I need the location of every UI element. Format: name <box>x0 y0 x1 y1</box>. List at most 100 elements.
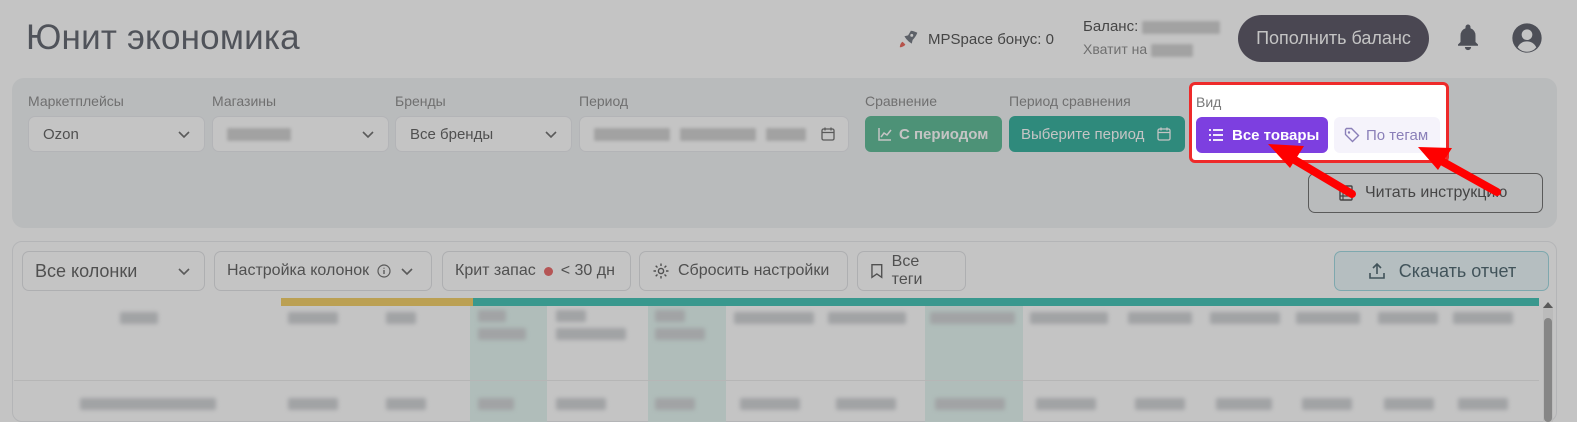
download-report-label: Скачать отчет <box>1398 260 1517 281</box>
crit-stock-label: Крит запас <box>455 262 536 279</box>
view-all-items-label: Все товары <box>1232 126 1320 144</box>
select-period-label: Выберите период <box>1021 125 1145 143</box>
columns-select[interactable]: Все колонки <box>22 251 205 291</box>
table-header-cell <box>1030 312 1108 324</box>
table-cell <box>740 398 800 410</box>
table-cell <box>1302 398 1352 410</box>
page-title: Юнит экономика <box>26 18 300 57</box>
table-header-cell <box>1378 312 1438 324</box>
table-divider <box>14 380 1539 381</box>
table-cell <box>556 398 606 410</box>
brands-value: Все бренды <box>410 125 494 143</box>
select-comparison-period-button[interactable]: Выберите период <box>1009 116 1185 152</box>
column-group-bar-primary <box>281 298 473 306</box>
info-icon <box>377 264 391 278</box>
columns-settings-label: Настройка колонок <box>227 262 370 279</box>
brands-filter: Бренды Все бренды <box>395 93 572 152</box>
status-dot <box>543 266 553 276</box>
bonus-indicator[interactable]: MPSpace бонус: 0 <box>898 28 1054 50</box>
gear-icon <box>653 263 669 279</box>
table-header-cell <box>734 312 814 324</box>
table-cell <box>935 398 1005 410</box>
table-cell <box>288 398 338 410</box>
comparison-label: Сравнение <box>865 93 937 109</box>
chevron-down-icon <box>362 131 374 139</box>
comparison-period-filter: Период сравнения Выберите период <box>1009 93 1185 152</box>
user-avatar-icon[interactable] <box>1511 22 1543 54</box>
chevron-down-icon <box>178 131 190 139</box>
table-cell <box>1458 398 1508 410</box>
chevron-down-icon <box>545 131 557 139</box>
calendar-icon <box>1157 127 1172 141</box>
enough-label: Хватит на <box>1083 41 1148 57</box>
view-all-items-button[interactable]: Все товары <box>1196 117 1328 153</box>
table-header-cell <box>288 312 338 324</box>
table-header-cell <box>1128 312 1192 324</box>
period-filter: Период <box>579 93 849 152</box>
chevron-down-icon <box>401 268 413 276</box>
read-instructions-label: Читать инструкцию <box>1365 184 1508 201</box>
reset-settings-button[interactable]: Сбросить настройки <box>639 251 848 291</box>
page-header: Юнит экономика MPSpace бонус: 0 Баланс: … <box>0 0 1577 78</box>
table-header-cell <box>478 310 506 322</box>
table-header-cell <box>655 310 685 322</box>
bell-icon[interactable] <box>1453 22 1483 52</box>
list-icon <box>1209 129 1223 141</box>
period-input[interactable] <box>579 116 849 152</box>
chart-line-icon <box>878 128 892 141</box>
table-cell <box>478 398 514 410</box>
compare-with-period-button[interactable]: С периодом <box>865 116 1002 152</box>
upload-icon <box>1368 262 1385 279</box>
balance-value-redacted <box>1142 20 1221 34</box>
table-cell <box>1216 398 1272 410</box>
table-header-cell <box>1296 312 1360 324</box>
comparison-filter: Сравнение С периодом <box>865 93 1002 152</box>
period-label: Период <box>579 93 629 109</box>
stores-select[interactable] <box>212 116 389 152</box>
period-extra-redacted <box>766 127 806 141</box>
marketplaces-value: Ozon <box>43 125 79 143</box>
comparison-period-label: Период сравнения <box>1009 93 1131 109</box>
all-tags-button[interactable]: Все теги <box>857 251 966 291</box>
compare-with-period-label: С периодом <box>899 125 989 143</box>
table-cell <box>1135 398 1185 410</box>
marketplaces-filter: Маркетплейсы Ozon <box>28 93 205 152</box>
calendar-icon <box>821 127 835 141</box>
download-report-button[interactable]: Скачать отчет <box>1334 251 1549 291</box>
table-cell <box>1384 398 1434 410</box>
table-cell <box>655 398 695 410</box>
stores-label: Магазины <box>212 93 277 109</box>
table-header-cell <box>386 312 416 324</box>
table-header-cell <box>1210 312 1280 324</box>
table-header-cell <box>930 312 1015 324</box>
tag-icon <box>1344 127 1360 143</box>
view-by-tags-button[interactable]: По тегам <box>1334 117 1440 153</box>
rocket-icon <box>899 30 918 48</box>
brands-select[interactable]: Все бренды <box>395 116 572 152</box>
columns-select-value: Все колонки <box>35 260 138 281</box>
reset-settings-label: Сбросить настройки <box>678 262 830 279</box>
table-header-cell <box>655 328 705 340</box>
period-end-redacted <box>680 127 756 141</box>
stores-value-redacted <box>227 127 291 141</box>
marketplaces-select[interactable]: Ozon <box>28 116 205 152</box>
table-header-cell <box>1453 312 1513 324</box>
table-header-cell <box>556 310 586 322</box>
table-header-cell <box>478 328 526 340</box>
chevron-down-icon <box>178 268 190 276</box>
book-icon <box>1339 185 1353 201</box>
view-label: Вид <box>1196 94 1222 110</box>
table-cell <box>386 398 426 410</box>
crit-stock-filter[interactable]: Крит запас < 30 дн <box>442 251 631 291</box>
vertical-scrollbar-thumb[interactable] <box>1544 318 1552 422</box>
bookmark-icon <box>871 263 883 279</box>
crit-stock-value: < 30 дн <box>560 262 615 279</box>
balance-label: Баланс: <box>1083 18 1139 35</box>
scroll-up-arrow-icon[interactable] <box>1543 302 1553 308</box>
column-group-bar-secondary <box>473 298 1539 306</box>
columns-settings-button[interactable]: Настройка колонок <box>214 251 432 291</box>
read-instructions-button[interactable]: Читать инструкцию <box>1308 173 1543 213</box>
period-start-redacted <box>594 127 670 141</box>
topup-balance-button[interactable]: Пополнить баланс <box>1238 15 1429 62</box>
brands-label: Бренды <box>395 93 446 109</box>
